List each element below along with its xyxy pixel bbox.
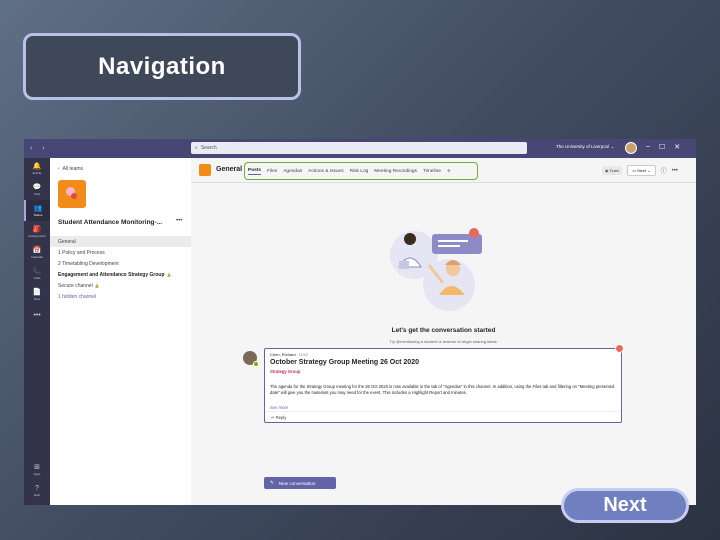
reply-icon: ↵ [271, 415, 275, 420]
rail-item-calls[interactable]: 📞 Calls [24, 263, 50, 284]
files-icon: 📄 [32, 288, 42, 296]
meet-button[interactable]: ▭ Meet ⌄ [627, 165, 656, 176]
channel-item[interactable]: 1 Policy and Process [50, 247, 191, 258]
team-logo [58, 180, 86, 208]
channel-list: General 1 Policy and Process 2 Timetabling… [50, 236, 191, 302]
author-avatar[interactable] [243, 351, 259, 367]
tab-meeting-recordings[interactable]: Meeting Recordings [374, 169, 417, 174]
search-placeholder: Search [200, 145, 217, 151]
avatar[interactable] [625, 142, 637, 154]
channel-label: Engagement and Attendance Strategy Group [58, 271, 165, 278]
add-tab-icon[interactable]: + [447, 168, 451, 175]
post-body: The agenda for the Strategy Group meetin… [270, 384, 615, 395]
maximize-icon[interactable]: ☐ [659, 143, 665, 151]
rail-item-files[interactable]: 📄 Files [24, 284, 50, 305]
rail-label: Activity [32, 170, 42, 175]
rail-item-chat[interactable]: 💬 Chat [24, 179, 50, 200]
channel-name: General [216, 166, 243, 173]
rail-item-calendar[interactable]: 📅 Calendar [24, 242, 50, 263]
conversation-title: Let's get the conversation started [391, 327, 496, 334]
channel-label: 1 Policy and Process [58, 249, 105, 256]
search-input[interactable]: ⌕ Search [191, 142, 527, 154]
see-more-link[interactable]: See more [270, 405, 288, 410]
post-group-tag[interactable]: Strategy Group [270, 369, 300, 374]
calls-icon: 📞 [32, 267, 42, 275]
more-apps-icon[interactable]: ••• [24, 305, 50, 326]
tab-files[interactable]: Files [267, 169, 277, 174]
help-icon: ? [35, 484, 39, 492]
channel-header: General Posts Files Agendas Actions & Issue… [191, 158, 696, 183]
tab-risk-log[interactable]: Risk Log [350, 169, 369, 174]
lock-icon: 🔒 [166, 272, 172, 277]
apps-icon: ⊞ [34, 463, 40, 471]
channel-item[interactable]: Secure channel 🔒 [50, 280, 191, 291]
rail-item-help[interactable]: ? Help [24, 480, 50, 501]
new-conversation-button[interactable]: ✎ New conversation [264, 477, 336, 489]
all-teams-link[interactable]: ‹ All teams [58, 166, 83, 172]
post-meta: Chen, Richard 11/02 [270, 352, 308, 357]
channel-item[interactable]: Engagement and Attendance Strategy Group… [50, 269, 191, 280]
next-button[interactable]: Next [561, 488, 689, 523]
channel-item[interactable]: 1 hidden channel [50, 291, 191, 302]
teams-icon: 👥 [33, 204, 43, 212]
post-time: 11/02 [298, 352, 309, 357]
assignments-icon: 🎒 [32, 225, 42, 233]
bell-icon: 🔔 [32, 162, 42, 170]
rail-label: Apps [33, 471, 41, 476]
channel-label: 1 hidden channel [58, 293, 97, 300]
close-icon[interactable]: ✕ [674, 143, 680, 151]
channel-tabs: Posts Files Agendas Actions & Issues Risk Lo… [244, 162, 478, 180]
tab-posts[interactable]: Posts [248, 168, 262, 175]
rail-label: Files [33, 296, 41, 301]
team-name[interactable]: Student Attendance Monitoring-... [58, 219, 162, 226]
channel-label: General [58, 238, 76, 245]
title-bar: ‹ › ⌕ Search The University of Liverpool… [24, 139, 696, 158]
history-arrows[interactable]: ‹ › [24, 145, 54, 152]
channel-item[interactable]: General [50, 236, 191, 247]
rail-label: Help [33, 492, 41, 497]
channel-label: Secure channel [58, 282, 93, 289]
rail-item-assignments[interactable]: 🎒 Assignments [24, 221, 50, 242]
slide-title: Navigation [23, 33, 301, 100]
rail-item-apps[interactable]: ⊞ Apps [24, 459, 50, 480]
channel-label: 2 Timetabling Development [58, 260, 119, 267]
team-more-icon[interactable]: ••• [176, 218, 182, 224]
tab-timeline[interactable]: Timeline [423, 169, 441, 174]
org-switcher[interactable]: The University of Liverpool ⌄ [556, 144, 614, 150]
conversation-illustration [390, 228, 482, 311]
calendar-icon: 📅 [32, 246, 42, 254]
minimize-icon[interactable]: – [646, 143, 650, 151]
tab-actions-issues[interactable]: Actions & Issues [308, 169, 343, 174]
rail-item-teams[interactable]: 👥 Teams [24, 200, 50, 221]
info-icon[interactable]: ⓘ [661, 166, 667, 175]
window-controls: – ☐ ✕ [646, 143, 680, 151]
post-author[interactable]: Chen, Richard [270, 352, 296, 357]
rail-label: Calls [33, 275, 41, 280]
channel-item[interactable]: 2 Timetabling Development [50, 258, 191, 269]
post-card[interactable]: Chen, Richard 11/02 October Strategy Grou… [264, 344, 624, 423]
lock-icon: 🔒 [94, 283, 100, 288]
compose-icon: ✎ [270, 480, 274, 485]
header-actions: ◉ Team ▭ Meet ⌄ ⓘ ••• [602, 165, 678, 176]
more-icon[interactable]: ••• [672, 168, 678, 174]
reply-button[interactable]: ↵ Reply [265, 411, 620, 422]
chat-icon: 💬 [32, 183, 42, 191]
important-icon [615, 344, 624, 353]
app-rail: 🔔 Activity 💬 Chat 👥 Teams 🎒 Assignments 📅 Calenda… [24, 158, 50, 505]
rail-label: Teams [33, 212, 43, 217]
rail-item-activity[interactable]: 🔔 Activity [24, 158, 50, 179]
team-button[interactable]: ◉ Team [602, 166, 623, 175]
rail-label: Calendar [30, 254, 44, 259]
channel-panel: ‹ All teams Student Attendance Monitorin… [50, 158, 191, 505]
channel-logo [199, 164, 211, 176]
teams-screenshot: ‹ › ⌕ Search The University of Liverpool… [24, 139, 696, 505]
main-pane: General Posts Files Agendas Actions & Issue… [191, 158, 696, 505]
rail-label: Chat [33, 191, 41, 196]
post-subject: October Strategy Group Meeting 26 Oct 20… [270, 359, 419, 366]
rail-label: Assignments [28, 233, 46, 238]
tab-agendas[interactable]: Agendas [283, 169, 302, 174]
search-icon: ⌕ [195, 145, 198, 151]
